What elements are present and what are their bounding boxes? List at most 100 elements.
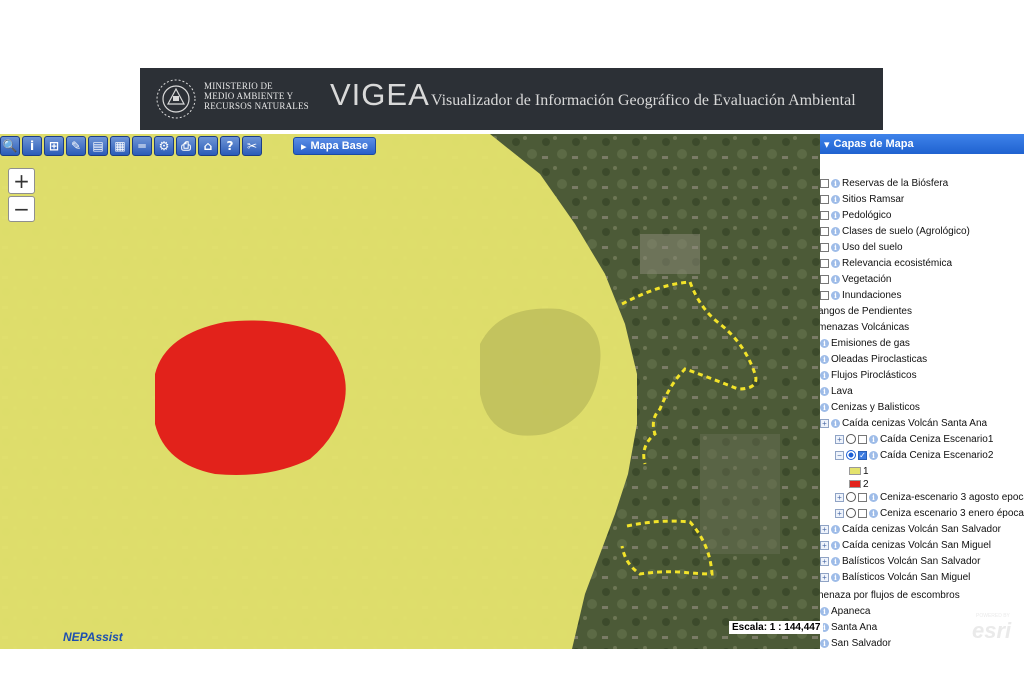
layer-checkbox[interactable]	[858, 508, 867, 518]
layer-row[interactable]: i Uso del suelo	[820, 239, 903, 255]
layer-row[interactable]: i Relevancia ecosistémica	[820, 255, 952, 271]
print-icon[interactable]: ⎙	[176, 136, 196, 156]
expand-icon[interactable]: +	[820, 540, 829, 550]
layer-label: Reservas de la Biósfera	[842, 177, 949, 189]
layer-radio[interactable]	[846, 492, 856, 502]
help-icon[interactable]: ?	[220, 136, 240, 156]
layer-row[interactable]: menazas Volcánicas	[820, 319, 909, 335]
layer-label: Ceniza-escenario 3 agosto epoca	[880, 491, 1024, 503]
map-base-label: Mapa Base	[310, 140, 368, 152]
layer-row[interactable]: + i Balísticos Volcán San Salvador	[820, 553, 980, 569]
tools-icon[interactable]: ✂	[242, 136, 262, 156]
expand-icon[interactable]: +	[820, 556, 829, 566]
header-banner: MINISTERIO DE MEDIO AMBIENTE Y RECURSOS …	[140, 68, 883, 130]
layers-icon[interactable]: ▦	[110, 136, 130, 156]
layer-row[interactable]: + i Balísticos Volcán San Miguel	[820, 569, 970, 585]
zoom-in-button[interactable]: +	[8, 168, 35, 194]
expand-icon[interactable]: +	[835, 492, 844, 502]
layer-row[interactable]: angos de Pendientes	[820, 303, 912, 319]
layer-row[interactable]: i Vegetación	[820, 271, 892, 287]
layer-row[interactable]: nenaza por flujos de escombros	[820, 587, 960, 603]
layer-label: Emisiones de gas	[831, 337, 910, 349]
info-icon[interactable]: i	[22, 136, 42, 156]
info-icon: i	[831, 242, 840, 252]
layer-radio[interactable]	[846, 450, 856, 460]
layer-row[interactable]: i Pedológico	[820, 207, 891, 223]
layer-label: Clases de suelo (Agrológico)	[842, 225, 970, 237]
expand-icon[interactable]: +	[820, 524, 829, 534]
layer-row[interactable]: i Oleadas Piroclasticas	[820, 351, 927, 367]
layer-row[interactable]: + i Ceniza-escenario 3 agosto epoca	[835, 489, 1024, 505]
info-icon: i	[869, 492, 878, 502]
layer-label: Pedológico	[842, 209, 892, 221]
layer-row[interactable]: i Apaneca	[820, 603, 870, 619]
expand-icon[interactable]: +	[820, 418, 829, 428]
layer-row[interactable]: − ✓ i Caída Ceniza Escenario2	[835, 447, 993, 463]
expand-icon[interactable]: +	[820, 572, 829, 582]
legend-swatch	[849, 480, 861, 488]
home-icon[interactable]: ⌂	[198, 136, 218, 156]
layer-checkbox[interactable]	[820, 290, 829, 300]
layer-checkbox[interactable]	[820, 178, 829, 188]
layer-label: Balísticos Volcán San Salvador	[842, 555, 981, 567]
layer-row[interactable]: + i Caída cenizas Volcán Santa Ana	[820, 415, 987, 431]
layer-row[interactable]: i Inundaciones	[820, 287, 902, 303]
layer-label: Uso del suelo	[842, 241, 903, 253]
layer-label: menazas Volcánicas	[820, 321, 910, 333]
layer-radio[interactable]	[846, 508, 856, 518]
layer-checkbox[interactable]	[820, 242, 829, 252]
layer-checkbox[interactable]	[820, 274, 829, 284]
layer-row[interactable]: i Sitios Ramsar	[820, 191, 904, 207]
layer-label: Apaneca	[831, 605, 871, 617]
settings-icon[interactable]: ⚙	[154, 136, 174, 156]
measure-icon[interactable]: ═	[132, 136, 152, 156]
info-icon: i	[831, 226, 840, 236]
layer-row[interactable]: + i Caída Ceniza Escenario1	[835, 431, 993, 447]
expand-icon[interactable]: +	[835, 508, 844, 518]
layer-row[interactable]: i Santa Ana	[820, 619, 877, 635]
layer-row[interactable]: i Cenizas y Balisticos	[820, 399, 920, 415]
legend-swatch	[849, 467, 861, 475]
layer-row[interactable]: i Lava	[820, 383, 853, 399]
draw-icon[interactable]: ✎	[66, 136, 86, 156]
layers-panel-header[interactable]: ▾ Capas de Mapa	[820, 134, 1024, 154]
layer-row[interactable]: + i Caída cenizas Volcán San Salvador	[820, 521, 1001, 537]
ministry-line: RECURSOS NATURALES	[204, 101, 309, 111]
ministry-line: MEDIO AMBIENTE Y	[204, 91, 294, 101]
layer-checkbox[interactable]	[820, 258, 829, 268]
layer-label: Inundaciones	[842, 289, 902, 301]
layer-row[interactable]: i Reservas de la Biósfera	[820, 175, 948, 191]
layer-checkbox[interactable]	[858, 492, 867, 502]
layer-row[interactable]: i San Salvador	[820, 635, 891, 649]
layer-row[interactable]: i Flujos Piroclásticos	[820, 367, 917, 383]
info-icon: i	[820, 370, 829, 380]
map-canvas[interactable]	[0, 134, 820, 649]
layer-row[interactable]: + i Caída cenizas Volcán San Miguel	[820, 537, 991, 553]
layer-label: Caída cenizas Volcán Santa Ana	[842, 417, 988, 429]
ash-zone-2	[155, 320, 346, 475]
table-icon[interactable]: ▤	[88, 136, 108, 156]
layer-label: Ceniza escenario 3 enero época	[880, 507, 1024, 519]
layer-label: angos de Pendientes	[820, 305, 912, 317]
layer-checkbox[interactable]	[858, 434, 867, 444]
layer-label: Flujos Piroclásticos	[831, 369, 917, 381]
ministry-line: MINISTERIO DE	[204, 81, 273, 91]
layer-row[interactable]: + i Ceniza escenario 3 enero época	[835, 505, 1024, 521]
layer-checkbox[interactable]	[820, 194, 829, 204]
layer-row[interactable]: i Emisiones de gas	[820, 335, 910, 351]
info-icon: i	[831, 418, 840, 428]
search-icon[interactable]: 🔍	[0, 136, 20, 156]
grid-icon[interactable]: ⊞	[44, 136, 64, 156]
zoom-out-button[interactable]: −	[8, 196, 35, 222]
layer-row[interactable]: i Clases de suelo (Agrológico)	[820, 223, 970, 239]
info-icon: i	[831, 540, 840, 550]
map-base-button[interactable]: ▸ Mapa Base	[293, 137, 376, 155]
layer-checkbox[interactable]	[820, 210, 829, 220]
map-toolbar: 🔍 i ⊞ ✎ ▤ ▦ ═ ⚙ ⎙ ⌂ ? ✂	[0, 136, 262, 160]
expand-icon[interactable]: +	[835, 434, 844, 444]
layer-checkbox[interactable]: ✓	[858, 450, 867, 460]
layer-checkbox[interactable]	[820, 226, 829, 236]
layer-radio[interactable]	[846, 434, 856, 444]
layers-panel: ▾ Capas de Mapa i Reservas de la Biósfera…	[820, 134, 1024, 649]
collapse-icon[interactable]: −	[835, 450, 844, 460]
